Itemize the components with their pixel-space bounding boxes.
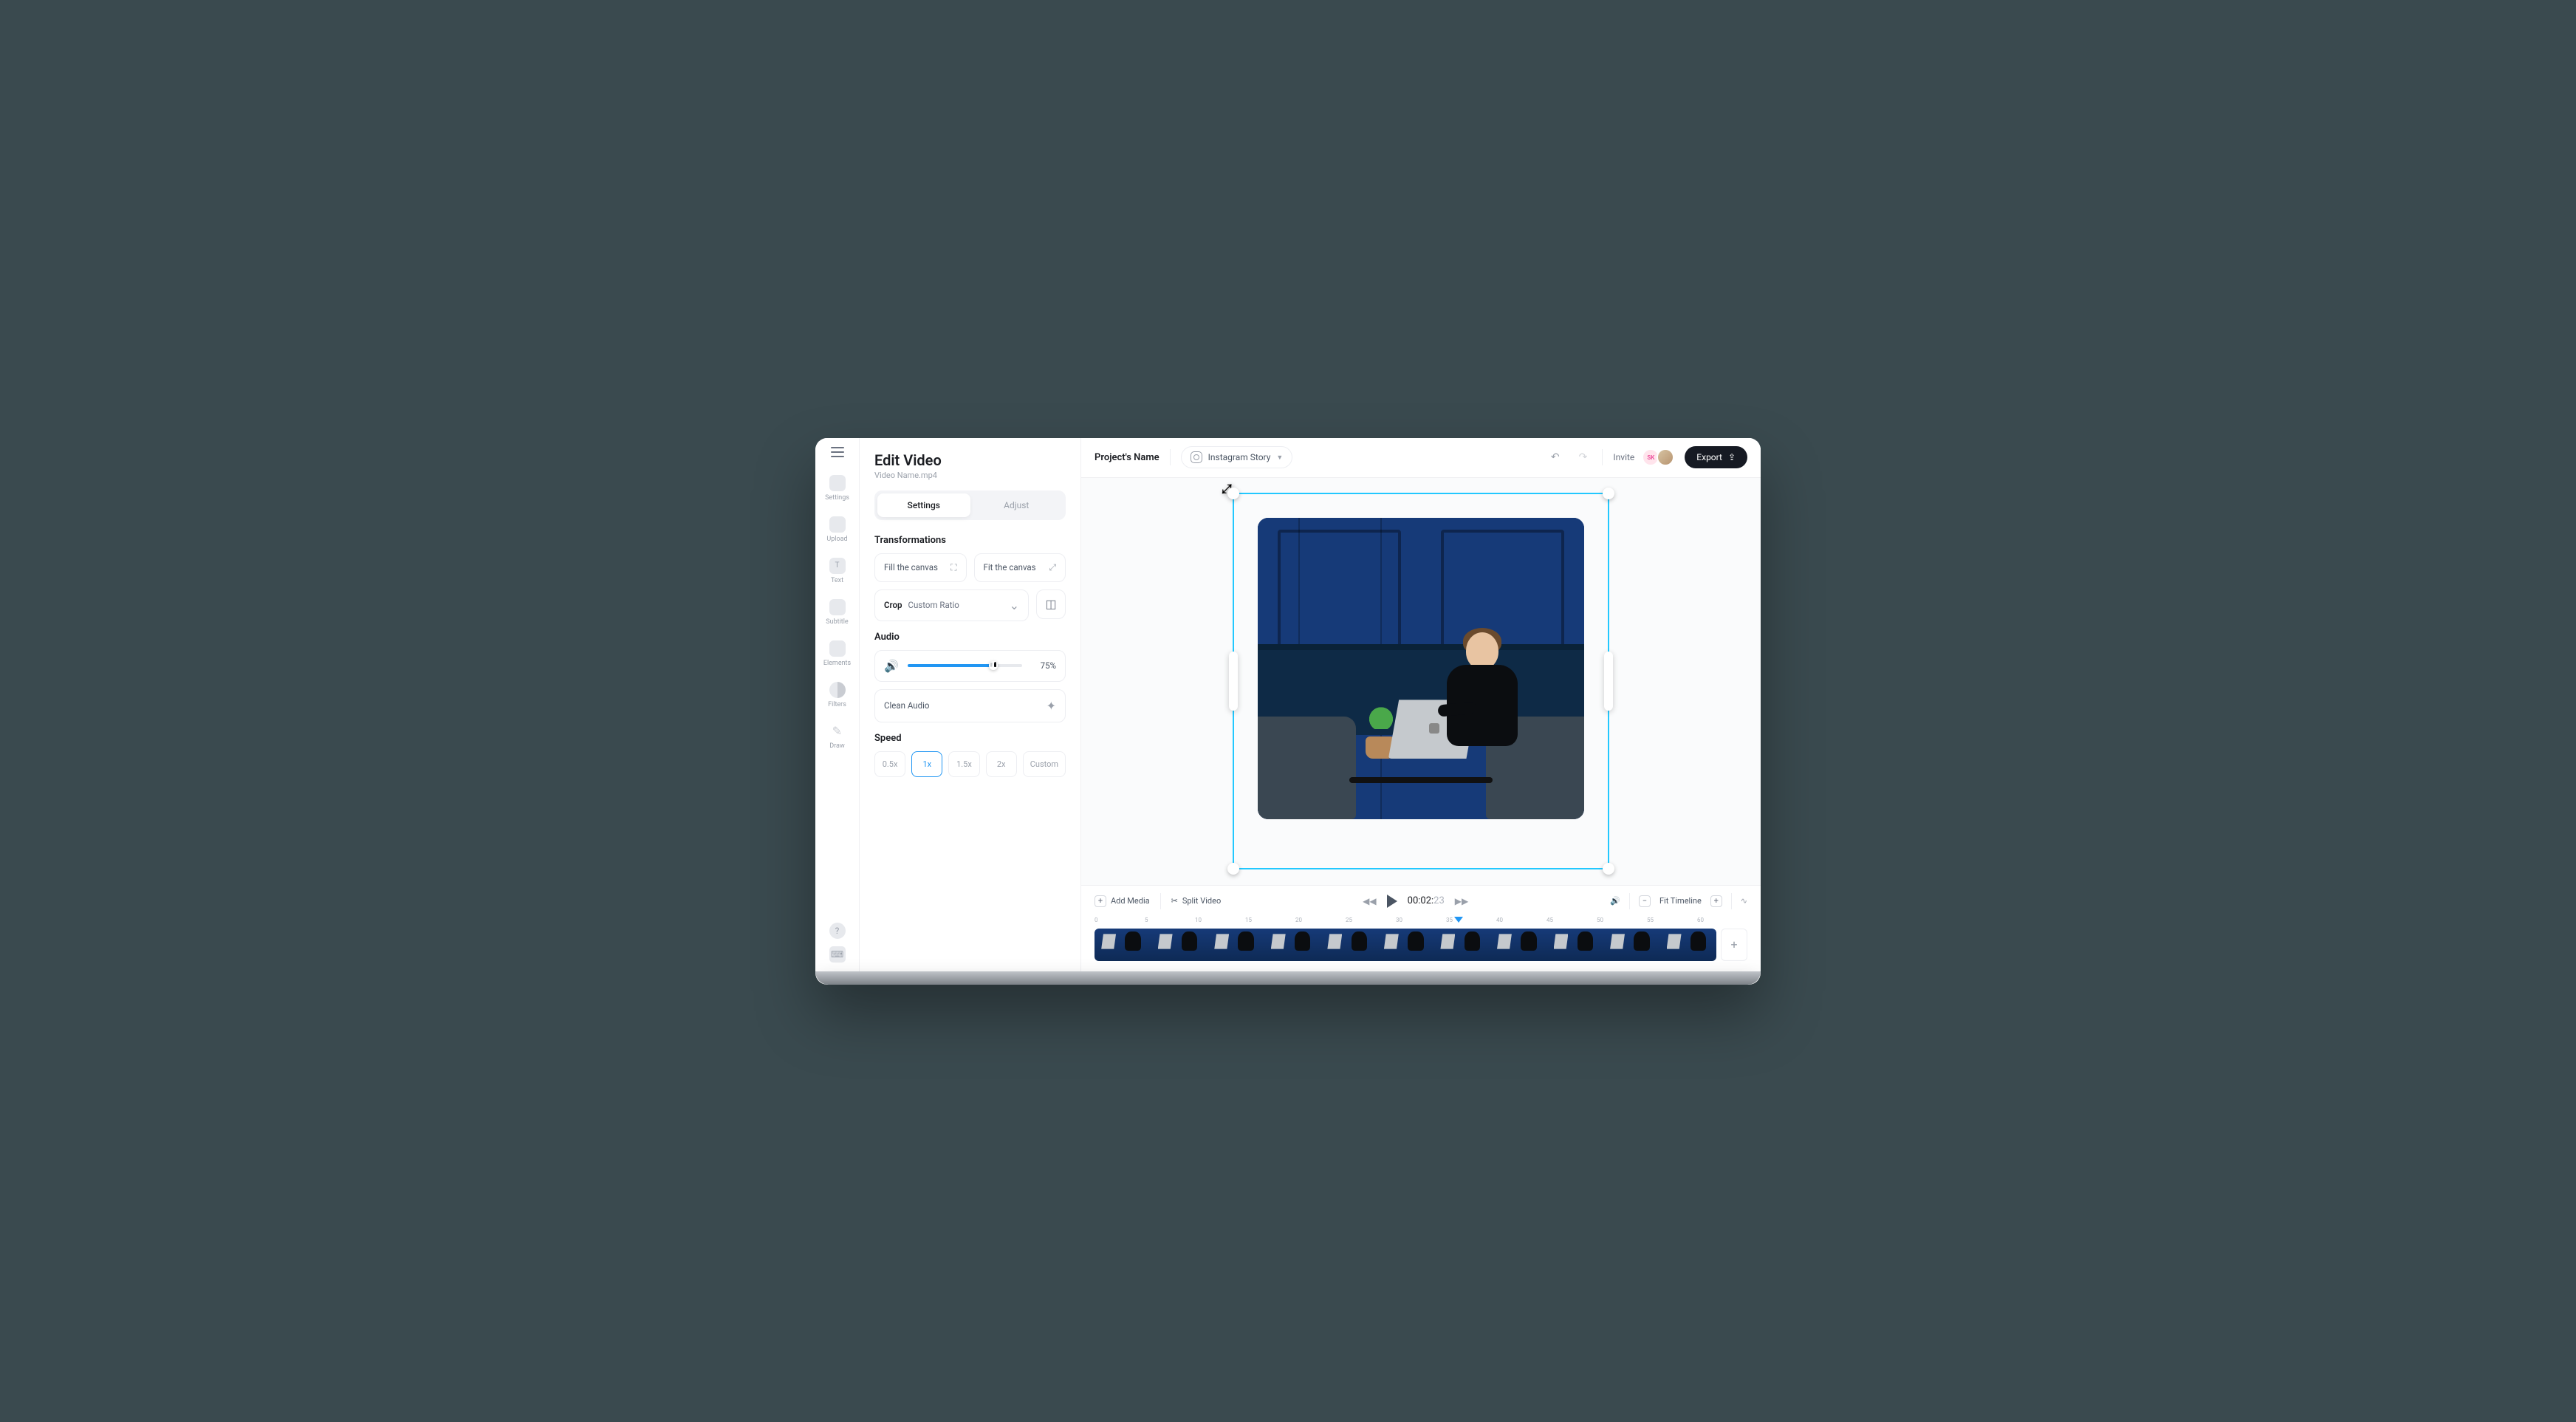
sidebar-item-settings[interactable]: Settings: [815, 468, 859, 509]
play-button[interactable]: [1387, 895, 1397, 908]
fit-timeline-button[interactable]: Fit Timeline: [1659, 896, 1702, 906]
volume-value: 75%: [1031, 660, 1056, 671]
sidebar: Settings Upload TText Subtitle Elements …: [815, 438, 860, 971]
fill-canvas-button[interactable]: Fill the canvas⛶: [874, 553, 967, 582]
fit-canvas-button[interactable]: Fit the canvas⤢: [974, 553, 1066, 582]
speed-heading: Speed: [874, 733, 1066, 744]
edit-panel: Edit Video Video Name.mp4 Settings Adjus…: [860, 438, 1081, 971]
clean-audio-button[interactable]: Clean Audio ✦: [874, 689, 1066, 722]
speed-0-5x[interactable]: 0.5x: [874, 751, 905, 777]
topbar: Project's Name Instagram Story ▼ ↶ ↷ Inv…: [1081, 438, 1761, 478]
timeline-ruler[interactable]: 051015202530354045505560: [1095, 917, 1747, 927]
crop-handle-tr[interactable]: [1603, 488, 1614, 499]
scissors-icon: ✂: [1171, 896, 1178, 906]
add-clip-button[interactable]: +: [1721, 929, 1747, 961]
keyboard-icon[interactable]: ⌨: [829, 946, 846, 963]
zoom-in-button[interactable]: +: [1710, 895, 1722, 907]
gear-icon: [829, 475, 846, 491]
tab-adjust[interactable]: Adjust: [970, 493, 1063, 517]
add-media-button[interactable]: +Add Media: [1095, 895, 1150, 907]
volume-row: 🔊 75%: [874, 650, 1066, 682]
sidebar-item-subtitle[interactable]: Subtitle: [815, 592, 859, 633]
sidebar-item-filters[interactable]: Filters: [815, 674, 859, 716]
speaker-icon[interactable]: 🔊: [884, 659, 899, 673]
sidebar-item-upload[interactable]: Upload: [815, 509, 859, 550]
crop-handle-br[interactable]: [1603, 863, 1614, 875]
speed-1x[interactable]: 1x: [911, 751, 942, 777]
speed-2x[interactable]: 2x: [986, 751, 1017, 777]
pencil-icon: ✎: [829, 723, 846, 739]
speed-options: 0.5x 1x 1.5x 2x Custom: [874, 751, 1066, 777]
subtitle-icon: [829, 599, 846, 615]
invite-button[interactable]: Invite: [1613, 452, 1634, 462]
caret-down-icon: ▼: [1276, 454, 1283, 462]
instagram-icon: [1191, 451, 1202, 463]
split-video-button[interactable]: ✂Split Video: [1171, 896, 1222, 906]
mute-button[interactable]: 🔊: [1610, 896, 1620, 906]
waveform-icon[interactable]: ∿: [1741, 896, 1747, 906]
expand-icon: ⛶: [950, 562, 956, 573]
undo-button[interactable]: ↶: [1546, 448, 1564, 466]
upload-icon: [829, 516, 846, 533]
video-track[interactable]: +: [1095, 929, 1747, 961]
playhead[interactable]: [1454, 917, 1463, 923]
chevron-down-icon: ⌄: [1010, 598, 1019, 612]
export-button[interactable]: Export ⇪: [1685, 446, 1747, 468]
help-icon[interactable]: ?: [829, 923, 846, 939]
redo-button[interactable]: ↷: [1575, 448, 1592, 466]
speed-1-5x[interactable]: 1.5x: [948, 751, 979, 777]
crop-icon: ◫: [1045, 597, 1056, 611]
shapes-icon: [829, 640, 846, 657]
canvas[interactable]: ↔: [1081, 478, 1761, 885]
crop-handle-right[interactable]: [1604, 652, 1613, 711]
crop-handle-tl[interactable]: [1227, 488, 1239, 499]
crop-handle-bl[interactable]: [1227, 863, 1239, 875]
volume-slider[interactable]: [908, 664, 1022, 667]
sidebar-item-elements[interactable]: Elements: [815, 633, 859, 674]
panel-title: Edit Video: [874, 451, 1066, 469]
tab-settings[interactable]: Settings: [877, 493, 970, 517]
sidebar-item-text[interactable]: TText: [815, 550, 859, 592]
filters-icon: [829, 682, 846, 698]
zoom-out-button[interactable]: −: [1639, 895, 1651, 907]
video-clip[interactable]: [1095, 929, 1716, 961]
timeline: +Add Media ✂Split Video ◀◀ 00:02:23 ▶▶ 🔊…: [1081, 885, 1761, 971]
crop-bounding-box[interactable]: ↔: [1233, 493, 1609, 869]
collaborators[interactable]: SK: [1645, 448, 1674, 466]
crop-ratio-select[interactable]: Crop Custom Ratio ⌄: [874, 589, 1029, 621]
sparkle-icon: ✦: [1046, 699, 1056, 713]
upload-icon: ⇪: [1728, 452, 1736, 462]
crop-handle-left[interactable]: [1229, 652, 1238, 711]
avatar: [1657, 448, 1674, 466]
video-preview[interactable]: [1258, 518, 1584, 819]
timecode: 00:02:23: [1408, 895, 1445, 906]
speed-custom[interactable]: Custom: [1023, 751, 1066, 777]
skip-back-button[interactable]: ◀◀: [1363, 896, 1376, 906]
skip-forward-button[interactable]: ▶▶: [1455, 896, 1468, 906]
format-select[interactable]: Instagram Story ▼: [1181, 446, 1293, 468]
audio-heading: Audio: [874, 632, 1066, 643]
project-name[interactable]: Project's Name: [1095, 452, 1159, 463]
laptop-base: [815, 971, 1761, 985]
crop-button[interactable]: ◫: [1036, 589, 1066, 619]
text-icon: T: [829, 558, 846, 574]
sidebar-item-draw[interactable]: ✎Draw: [815, 716, 859, 757]
video-filename: Video Name.mp4: [874, 471, 1066, 480]
panel-tabs: Settings Adjust: [874, 490, 1066, 520]
transformations-heading: Transformations: [874, 535, 1066, 546]
arrows-out-icon: ⤢: [1049, 562, 1056, 573]
menu-icon[interactable]: [831, 447, 844, 457]
